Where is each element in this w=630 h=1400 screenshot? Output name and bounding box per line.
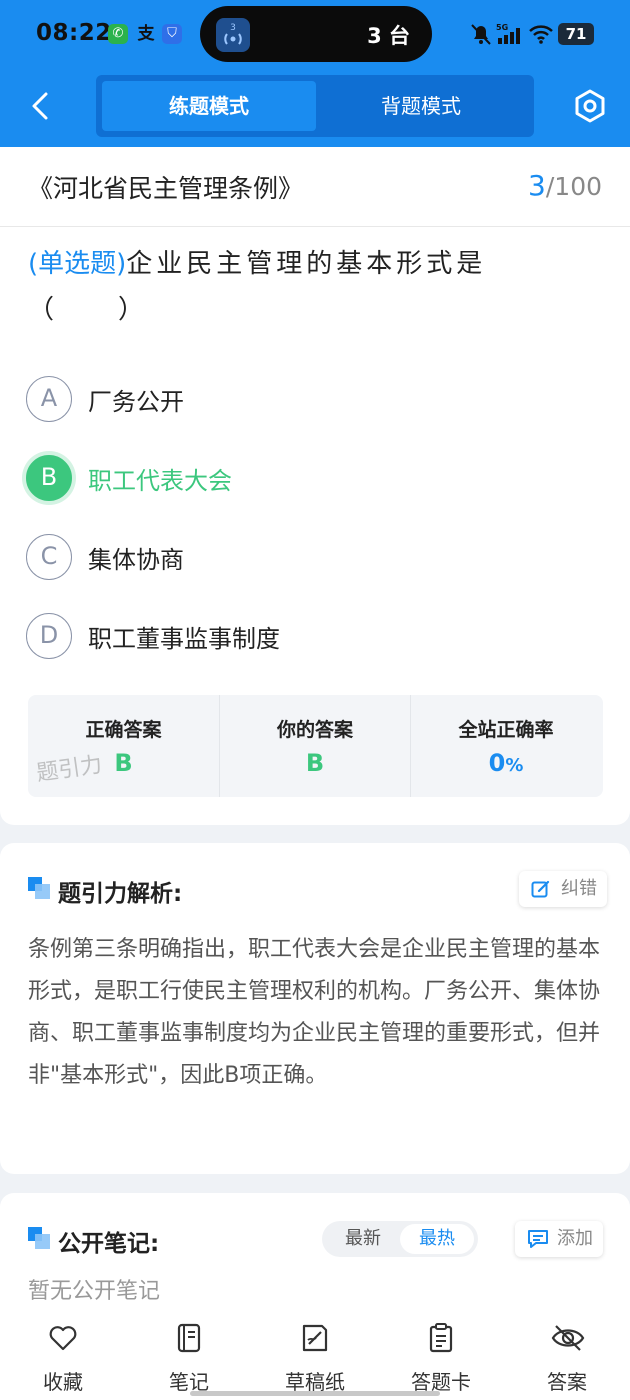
add-note-label: 添加 [557,1228,593,1249]
comment-icon [528,1230,548,1248]
top-bar: 08:22 ✆ 支 ⛉ 3 3 台 5G 71 练题模式 背题模式 [0,0,630,147]
notes-sort-toggle: 最新 最热 [322,1221,478,1257]
correct-answer-value: B [114,749,133,777]
dynamic-island[interactable]: 3 3 台 [200,6,432,62]
analysis-title: 题引力解析: [58,881,183,907]
accuracy-rate-number: 0 [488,749,506,777]
question-text-block: (单选题)企业民主管理的基本形式是（ ） [28,241,588,333]
option-c[interactable]: C 集体协商 [26,532,586,582]
option-text: 厂务公开 [88,388,184,416]
answer-sheet-icon [429,1323,453,1353]
nav-show-answer[interactable]: 答案 [504,1312,630,1400]
svg-text:3: 3 [230,23,236,33]
accuracy-rate-column: 全站正确率 0% [410,695,601,797]
status-bar: 08:22 ✆ 支 ⛉ 3 3 台 5G 71 [0,0,630,68]
divider [0,226,630,227]
analysis-text: 条例第三条明确指出，职工代表大会是企业民主管理的基本形式，是职工行使民主管理权利… [28,937,601,1088]
wechat-icon: ✆ [108,24,128,44]
add-note-button[interactable]: 添加 [515,1221,603,1257]
correct-answer-column: 正确答案 题引力 B [28,695,219,797]
notebook-icon [177,1323,201,1353]
nav-notes[interactable]: 笔记 [126,1312,252,1400]
eye-off-icon [551,1325,585,1351]
alipay-icon: 支 [137,24,155,44]
tab-practice-mode[interactable]: 练题模式 [102,81,316,131]
sort-hottest[interactable]: 最热 [400,1224,474,1254]
accuracy-rate-value: 0% [411,749,601,777]
sort-newest[interactable]: 最新 [326,1224,400,1254]
option-text: 集体协商 [88,546,184,574]
nav-label: 答案 [547,1370,587,1394]
accuracy-rate-label: 全站正确率 [458,719,554,741]
draft-paper-icon [302,1324,328,1352]
mode-switch: 练题模式 背题模式 [96,75,534,137]
total-questions: /100 [545,172,602,201]
option-letter: D [26,613,72,659]
island-text: 3 台 [367,24,410,48]
broadcast-icon: 3 [216,18,250,52]
option-letter: A [26,376,72,422]
option-letter: B [26,455,72,501]
option-letter: C [26,534,72,580]
nav-answer-sheet[interactable]: 答题卡 [378,1312,504,1400]
notes-title: 公开笔记: [58,1231,160,1257]
status-time: 08:22 [36,20,112,46]
accuracy-rate-unit: % [505,755,524,776]
heart-icon [49,1326,77,1351]
your-answer-column: 你的答案 B [219,695,410,797]
current-question-number: 3 [528,169,546,202]
section-square-icon [28,877,50,899]
your-answer-value: B [305,749,325,777]
answer-summary: 正确答案 题引力 B 你的答案 B 全站正确率 0% [28,695,603,797]
nav-draft-paper[interactable]: 草稿纸 [252,1312,378,1400]
question-card: 《河北省民主管理条例》 3/100 (单选题)企业民主管理的基本形式是（ ） A… [0,147,630,825]
nav-label: 收藏 [43,1370,83,1394]
nav-favorite[interactable]: 收藏 [0,1312,126,1400]
report-error-label: 纠错 [561,878,597,899]
option-a[interactable]: A 厂务公开 [26,374,586,424]
section-square-icon [28,1227,50,1249]
home-indicator[interactable] [190,1391,440,1396]
option-text: 职工代表大会 [88,467,232,495]
bottom-toolbar: 收藏 笔记 草稿纸 答题卡 答案 [0,1312,630,1400]
wifi-icon [529,25,553,44]
question-counter: 3/100 [528,169,602,202]
back-arrow-icon[interactable] [22,86,62,126]
document-title: 《河北省民主管理条例》 [28,174,304,203]
question-type: (单选题) [28,249,127,279]
your-answer-label: 你的答案 [276,719,353,741]
tab-memorize-mode[interactable]: 背题模式 [314,81,528,131]
option-text: 职工董事监事制度 [88,625,280,653]
option-d[interactable]: D 职工董事监事制度 [26,611,586,661]
correct-answer-label: 正确答案 [85,719,162,741]
edit-icon [531,880,550,898]
analysis-card: 题引力解析: 纠错 条例第三条明确指出，职工代表大会是企业民主管理的基本形式，是… [0,843,630,1174]
empty-notes-text: 暂无公开笔记 [28,1279,161,1304]
signal-icon: 5G [496,23,520,44]
option-b[interactable]: B 职工代表大会 [26,453,586,503]
shield-icon: ⛉ [162,24,182,44]
battery-indicator: 71 [558,23,594,45]
settings-icon[interactable] [572,88,608,124]
report-error-button[interactable]: 纠错 [519,871,607,907]
svg-text:5G: 5G [496,23,508,32]
bell-muted-icon [471,24,491,45]
